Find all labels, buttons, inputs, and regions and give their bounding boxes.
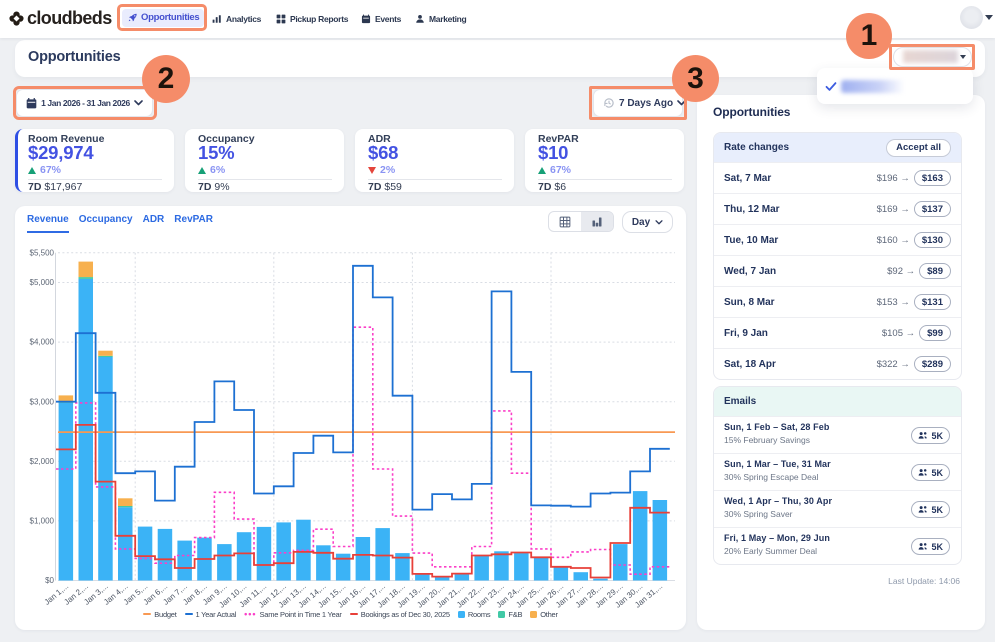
svg-text:$4,000: $4,000	[30, 338, 55, 347]
svg-text:$5,000: $5,000	[30, 278, 55, 287]
svg-text:$2,000: $2,000	[30, 457, 55, 466]
svg-text:$1,000: $1,000	[30, 517, 55, 526]
svg-text:$0: $0	[45, 576, 54, 585]
svg-text:$5,500: $5,500	[30, 248, 55, 257]
svg-text:$3,000: $3,000	[30, 397, 55, 406]
